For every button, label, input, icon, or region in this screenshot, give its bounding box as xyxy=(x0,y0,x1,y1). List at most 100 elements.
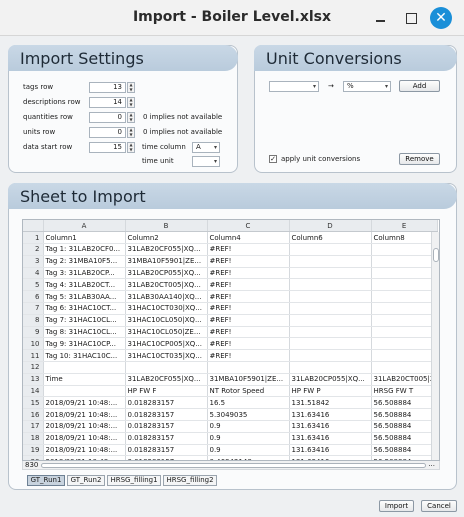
table-cell[interactable]: 56.508884 xyxy=(371,408,438,422)
column-header[interactable]: E xyxy=(371,220,438,233)
table-cell[interactable]: #REF! xyxy=(207,255,290,268)
table-cell[interactable]: 2018/09/21 10:48:... xyxy=(43,420,126,433)
column-header[interactable]: C xyxy=(207,220,290,233)
data-start-row-stepper[interactable]: ▲ ▼ xyxy=(127,142,135,153)
table-cell[interactable]: 31HAC10CT035|XQ... xyxy=(125,349,208,363)
to-unit-select[interactable]: % ▾ xyxy=(343,81,391,92)
row-number[interactable]: 17 xyxy=(23,420,44,433)
apply-unit-conversions-checkbox[interactable]: ✓ xyxy=(269,155,277,163)
table-cell[interactable]: 31MBA10F5901|ZE... xyxy=(125,255,208,268)
table-cell[interactable] xyxy=(371,267,438,280)
table-cell[interactable]: 131.51842 xyxy=(289,396,372,410)
row-number[interactable]: 4 xyxy=(23,267,44,280)
table-cell[interactable]: HRSG FW T xyxy=(371,385,438,398)
table-cell[interactable]: 2018/09/21 10:48:... xyxy=(43,408,126,422)
sheet-grid[interactable]: A B C D E 1 Column1 Column2 Column4 Column6 C… xyxy=(22,219,440,461)
table-cell[interactable] xyxy=(289,255,372,268)
tab-gt-run1[interactable]: GT_Run1 xyxy=(27,475,65,486)
table-cell[interactable]: Column1 xyxy=(43,231,126,245)
table-cell[interactable]: Tag 8: 31HAC10CL... xyxy=(43,326,126,339)
tags-row-stepper[interactable]: ▲ ▼ xyxy=(127,82,135,93)
row-number[interactable]: 18 xyxy=(23,432,44,445)
table-cell[interactable] xyxy=(289,349,372,363)
table-cell[interactable] xyxy=(371,243,438,256)
table-cell[interactable] xyxy=(371,337,438,351)
table-cell[interactable] xyxy=(289,337,372,351)
row-number[interactable]: 9 xyxy=(23,326,44,339)
table-cell[interactable]: #REF! xyxy=(207,302,290,315)
table-cell[interactable]: 31LAB20CP055|XQ... xyxy=(125,267,208,280)
table-cell[interactable]: Tag 6: 31HAC10CT... xyxy=(43,302,126,315)
add-button[interactable]: Add xyxy=(399,80,440,92)
row-number[interactable]: 11 xyxy=(23,349,44,363)
row-number[interactable]: 8 xyxy=(23,314,44,327)
table-cell[interactable]: #REF! xyxy=(207,337,290,351)
horizontal-scroll-track[interactable] xyxy=(41,463,426,468)
table-cell[interactable]: Tag 2: 31MBA10F5... xyxy=(43,255,126,268)
table-cell[interactable]: 31LAB20CF055|XQ... xyxy=(125,373,208,386)
table-cell[interactable]: #REF! xyxy=(207,267,290,280)
table-cell[interactable]: Tag 9: 31HAC10CP... xyxy=(43,337,126,351)
quantities-row-input[interactable]: 0 xyxy=(89,112,126,123)
table-cell[interactable]: Column6 xyxy=(289,231,372,245)
close-button[interactable]: ✕ xyxy=(430,7,452,29)
table-cell[interactable]: 56.508884 xyxy=(371,444,438,457)
row-number[interactable]: 3 xyxy=(23,255,44,268)
table-cell[interactable]: 0.9 xyxy=(207,420,290,433)
table-cell[interactable]: 0.018283157 xyxy=(125,420,208,433)
time-unit-select[interactable]: ▾ xyxy=(192,156,220,167)
table-cell[interactable]: Tag 3: 31LAB20CP... xyxy=(43,267,126,280)
table-cell[interactable]: 2018/09/21 10:48:... xyxy=(43,444,126,457)
minimize-button[interactable] xyxy=(371,8,391,28)
table-cell[interactable]: 56.508884 xyxy=(371,432,438,445)
maximize-button[interactable] xyxy=(401,8,421,28)
table-cell[interactable]: 0.9 xyxy=(207,444,290,457)
table-cell[interactable]: HP FW F xyxy=(125,385,208,398)
table-cell[interactable] xyxy=(207,361,290,374)
table-cell[interactable]: Tag 4: 31LAB20CT... xyxy=(43,278,126,292)
descriptions-row-input[interactable]: 14 xyxy=(89,97,126,108)
time-column-select[interactable]: A ▾ xyxy=(192,142,220,153)
table-cell[interactable]: 0.018283157 xyxy=(125,396,208,410)
table-cell[interactable]: #REF! xyxy=(207,314,290,327)
row-number[interactable]: 13 xyxy=(23,373,44,386)
table-cell[interactable]: 0.018283157 xyxy=(125,408,208,422)
table-cell[interactable] xyxy=(289,302,372,315)
units-row-stepper[interactable]: ▲ ▼ xyxy=(127,127,135,138)
table-cell[interactable]: 0.018283157 xyxy=(125,444,208,457)
table-cell[interactable]: 31HAC10CL050|ZE... xyxy=(125,326,208,339)
table-cell[interactable] xyxy=(371,278,438,292)
table-cell[interactable]: 31LAB20CT005|XQ... xyxy=(125,278,208,292)
row-number[interactable]: 1 xyxy=(23,231,44,245)
table-cell[interactable]: 31LAB20CT005|X xyxy=(371,373,438,386)
table-cell[interactable]: #REF! xyxy=(207,278,290,292)
table-cell[interactable]: 31HAC10CP005|XQ... xyxy=(125,337,208,351)
table-cell[interactable] xyxy=(43,385,126,398)
table-cell[interactable]: 56.508884 xyxy=(371,420,438,433)
row-number[interactable]: 7 xyxy=(23,302,44,315)
table-cell[interactable] xyxy=(289,326,372,339)
table-cell[interactable]: #REF! xyxy=(207,243,290,256)
column-header[interactable]: A xyxy=(43,220,126,233)
column-header[interactable]: D xyxy=(289,220,372,233)
descriptions-row-stepper[interactable]: ▲ ▼ xyxy=(127,97,135,108)
tab-hrsg-filling2[interactable]: HRSG_filling2 xyxy=(163,475,217,486)
quantities-row-stepper[interactable]: ▲ ▼ xyxy=(127,112,135,123)
table-cell[interactable]: 2018/09/21 10:48:... xyxy=(43,396,126,410)
horizontal-scrollbar[interactable]: 830 ... xyxy=(22,461,440,470)
import-button[interactable]: Import xyxy=(379,500,414,512)
column-header[interactable]: B xyxy=(125,220,208,233)
table-cell[interactable]: 16.5 xyxy=(207,396,290,410)
table-cell[interactable] xyxy=(371,255,438,268)
row-number[interactable]: 6 xyxy=(23,290,44,304)
table-cell[interactable]: 131.63416 xyxy=(289,444,372,457)
row-number[interactable]: 15 xyxy=(23,396,44,410)
table-cell[interactable] xyxy=(289,267,372,280)
table-cell[interactable]: 0.018283157 xyxy=(125,432,208,445)
table-cell[interactable]: #REF! xyxy=(207,349,290,363)
table-cell[interactable] xyxy=(43,361,126,374)
tags-row-input[interactable]: 13 xyxy=(89,82,126,93)
tab-hrsg-filling1[interactable]: HRSG_filling1 xyxy=(107,475,161,486)
vertical-scrollbar[interactable] xyxy=(431,232,439,460)
table-cell[interactable]: 31LAB30AA140|XQ... xyxy=(125,290,208,304)
